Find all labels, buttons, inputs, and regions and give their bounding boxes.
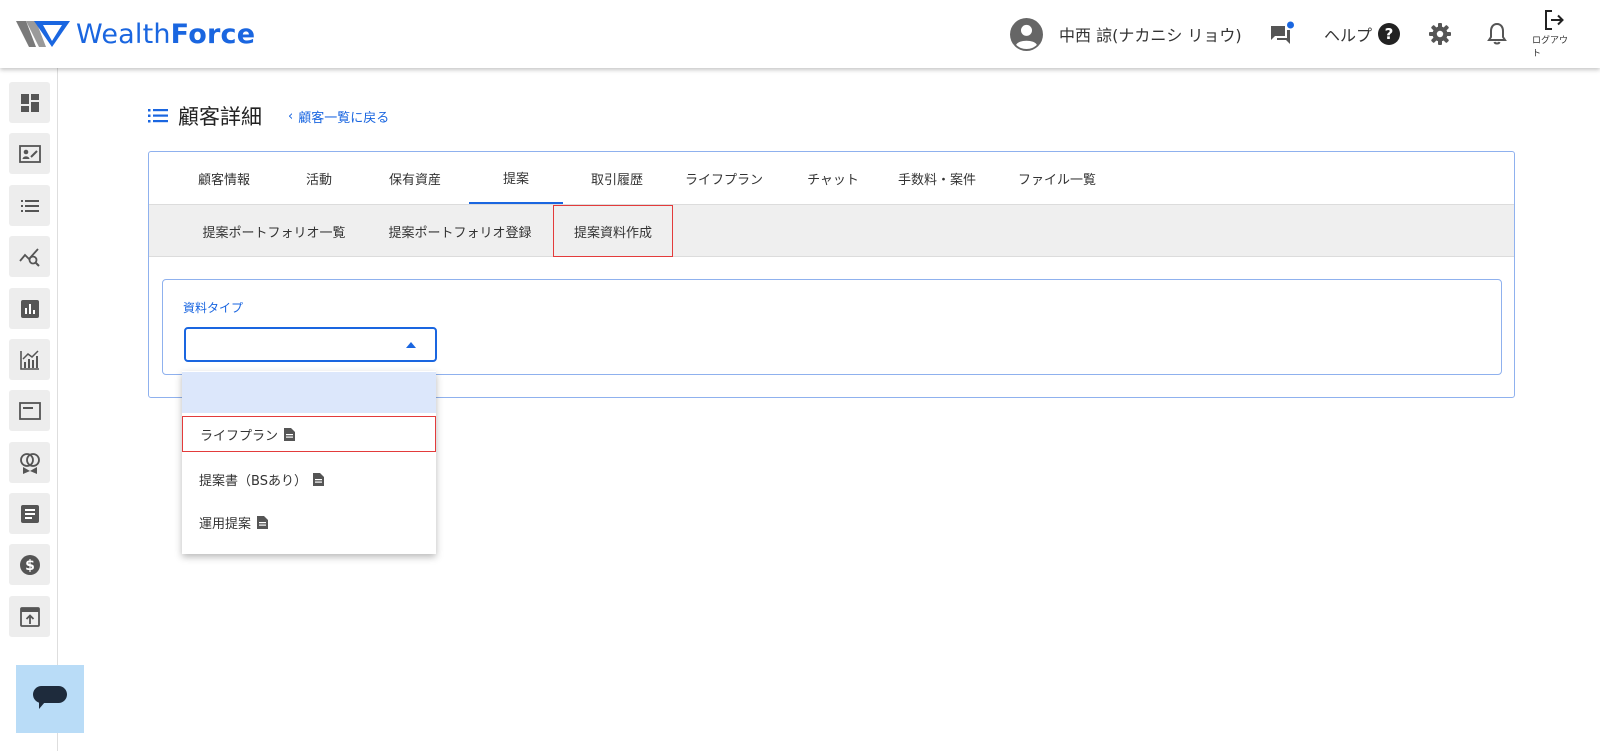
chat-notification-button[interactable] [1268,0,1294,68]
growth-chart-icon [19,349,39,370]
bell-icon [1487,22,1507,45]
upload-icon [19,606,40,627]
subtab-proposal-portfolio-list[interactable]: 提案ポートフォリオ一覧 [179,205,369,257]
caret-up-icon [406,342,416,348]
chat-notification-icon [1271,21,1294,44]
list-title-icon [148,109,168,123]
svg-text:?: ? [1385,25,1394,43]
sidebar-item-customer-card[interactable] [9,133,50,174]
document-file-icon [312,473,324,486]
gear-icon [1429,23,1451,45]
user-menu[interactable]: 中西 諒(ナカニシ リョウ) [1010,0,1242,68]
tab-holdings[interactable]: 保有資産 [365,152,465,204]
logout-icon [1545,10,1564,30]
main-tabs: 顧客情報 活動 保有資産 提案 取引履歴 ライフプラン チャット 手数料・案件 … [149,152,1514,205]
wealthforce-logo[interactable]: WealthForce [16,16,255,52]
back-to-list-link[interactable]: ‹ 顧客一覧に戻る [288,107,389,126]
logout-label: ログアウト [1532,36,1569,59]
sidebar-item-bar-chart[interactable] [9,288,50,329]
document-type-panel: 資料タイプ [162,279,1502,375]
logout-button[interactable]: ログアウト [1532,0,1576,68]
logo-text: WealthForce [76,18,256,50]
window-icon [18,401,41,420]
dollar-icon: $ [19,554,40,575]
customer-detail-card: 顧客情報 活動 保有資産 提案 取引履歴 ライフプラン チャット 手数料・案件 … [148,151,1515,398]
back-link-label: 顧客一覧に戻る [298,110,390,126]
option-investment-proposal[interactable]: 運用提案 [182,502,436,543]
chevron-left-icon: ‹ [288,108,294,124]
tab-life-plan[interactable]: ライフプラン [665,152,783,204]
help-circle-icon: ? [1378,23,1401,45]
customer-card-icon [18,144,41,163]
option-label: ライフプラン [200,428,279,444]
logo-mark-icon [16,21,70,47]
help-label: ヘルプ [1324,26,1373,45]
list-icon [20,199,39,212]
document-file-icon [257,516,269,529]
page-title-row: 顧客詳細 ‹ 顧客一覧に戻る [148,100,389,132]
subtab-proposal-portfolio-register[interactable]: 提案ポートフォリオ登録 [365,205,555,257]
chat-button[interactable] [16,665,84,733]
sidebar-item-dashboard[interactable] [9,82,50,123]
option-proposal-with-bs[interactable]: 提案書（BSあり） [182,459,436,500]
document-file-icon [284,427,296,441]
sidebar-item-document[interactable] [9,493,50,534]
bar-chart-icon [20,299,39,318]
document-icon [20,504,39,523]
option-label: 運用提案 [199,517,252,532]
tab-proposal[interactable]: 提案 [469,152,563,204]
sidebar-item-trend-search[interactable] [9,236,50,277]
chat-bubble-icon [33,686,67,709]
sidebar-item-upload[interactable] [9,596,50,637]
user-name: 中西 諒(ナカニシ リョウ) [1059,26,1242,45]
tab-file-list[interactable]: ファイル一覧 [995,152,1119,204]
tab-customer-info[interactable]: 顧客情報 [179,152,269,204]
tab-activity[interactable]: 活動 [279,152,359,204]
option-label: 提案書（BSあり） [199,474,307,489]
user-avatar-icon [1010,17,1043,51]
sidebar-item-dollar[interactable]: $ [9,544,50,585]
sidebar-item-window[interactable] [9,390,50,431]
subtab-create-proposal-document[interactable]: 提案資料作成 [553,205,673,257]
settings-button[interactable] [1428,0,1452,68]
rings-icon [19,452,40,474]
document-type-dropdown: ライフプラン 提案書（BSあり） 運用提案 [182,371,436,554]
tab-chat[interactable]: チャット [783,152,883,204]
document-type-label: 資料タイプ [183,301,244,315]
svg-text:$: $ [25,558,35,574]
notifications-button[interactable] [1486,0,1508,68]
sidebar-item-rings[interactable] [9,442,50,483]
sub-tabs: 提案ポートフォリオ一覧 提案ポートフォリオ登録 提案資料作成 [149,205,1514,257]
sidebar-item-list[interactable] [9,185,50,226]
option-empty[interactable] [182,372,436,413]
document-type-select[interactable] [184,327,437,362]
help-button[interactable]: ヘルプ ? [1324,0,1401,68]
app-header: WealthForce 中西 諒(ナカニシ リョウ) ヘルプ ? ログアウト [0,0,1600,68]
trend-search-icon [18,247,40,267]
page-title: 顧客詳細 [178,105,262,129]
dashboard-icon [20,93,39,112]
option-life-plan[interactable]: ライフプラン [182,416,436,452]
tab-fees-cases[interactable]: 手数料・案件 [879,152,995,204]
sidebar: $ [0,68,58,751]
tab-transaction-history[interactable]: 取引履歴 [567,152,667,204]
sidebar-item-growth-chart[interactable] [9,339,50,380]
